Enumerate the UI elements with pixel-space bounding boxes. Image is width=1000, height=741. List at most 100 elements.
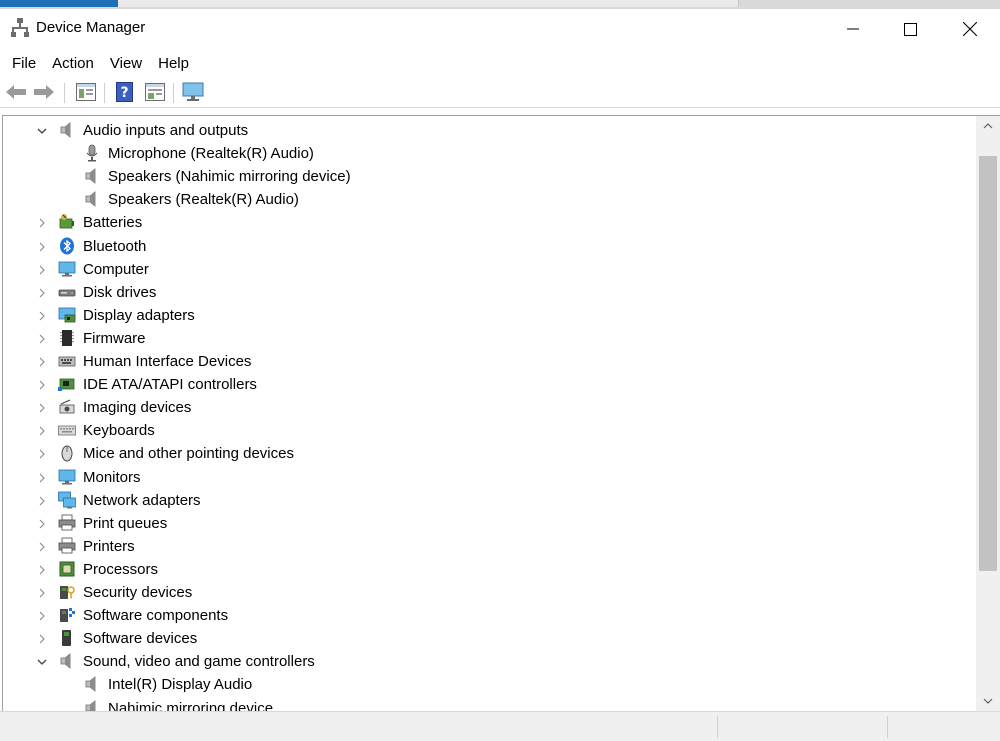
chevron-right-icon[interactable] bbox=[36, 240, 48, 252]
chevron-right-icon[interactable] bbox=[36, 540, 48, 552]
chevron-up-icon bbox=[983, 123, 993, 129]
tree-category[interactable]: Software devices bbox=[3, 627, 977, 650]
chevron-right-icon[interactable] bbox=[36, 355, 48, 367]
tree-category[interactable]: Human Interface Devices bbox=[3, 350, 977, 373]
menu-file[interactable]: File bbox=[0, 50, 44, 76]
tree-category[interactable]: Software components bbox=[3, 604, 977, 627]
chevron-right-icon[interactable] bbox=[36, 401, 48, 413]
chevron-right-icon[interactable] bbox=[36, 332, 48, 344]
printer-icon bbox=[58, 537, 76, 555]
tree-device[interactable]: Speakers (Nahimic mirroring device) bbox=[3, 165, 977, 188]
taskbar-strip bbox=[0, 0, 1000, 9]
tree-category[interactable]: Batteries bbox=[3, 211, 977, 234]
tree-item-label: Firmware bbox=[83, 329, 146, 347]
chevron-right-icon[interactable] bbox=[36, 609, 48, 621]
tree-device[interactable]: Intel(R) Display Audio bbox=[3, 673, 977, 696]
tree-item-label: Security devices bbox=[83, 584, 193, 601]
tree-item-label: Batteries bbox=[83, 214, 143, 232]
display-adapter-icon bbox=[58, 306, 76, 324]
tree-category[interactable]: Keyboards bbox=[3, 419, 977, 442]
back-arrow-icon bbox=[6, 85, 26, 99]
keyboard-icon bbox=[58, 421, 76, 439]
mouse-icon bbox=[58, 444, 76, 462]
scroll-up-button[interactable] bbox=[976, 116, 1000, 136]
chevron-right-icon[interactable] bbox=[36, 632, 48, 644]
chevron-right-icon[interactable] bbox=[36, 586, 48, 598]
processor-icon bbox=[58, 560, 76, 578]
scrollbar-thumb[interactable] bbox=[979, 156, 997, 571]
forward-arrow-icon bbox=[34, 85, 54, 99]
back-button[interactable] bbox=[4, 80, 28, 104]
tree-category[interactable]: Security devices bbox=[3, 581, 977, 604]
vertical-scrollbar[interactable] bbox=[976, 115, 1000, 711]
tree-category[interactable]: Disk drives bbox=[3, 281, 977, 304]
tree-item-label: Imaging devices bbox=[83, 399, 192, 417]
tree-category[interactable]: Printers bbox=[3, 535, 977, 558]
tree-category[interactable]: Display adapters bbox=[3, 304, 977, 327]
chevron-right-icon[interactable] bbox=[36, 447, 48, 459]
tree-item-label: Human Interface Devices bbox=[83, 353, 252, 370]
chevron-down-icon[interactable] bbox=[36, 124, 48, 136]
minimize-button[interactable] bbox=[830, 9, 876, 49]
tree-item-label: Bluetooth bbox=[83, 237, 147, 255]
chevron-right-icon[interactable] bbox=[36, 263, 48, 275]
menu-help[interactable]: Help bbox=[150, 50, 197, 76]
menu-action[interactable]: Action bbox=[44, 50, 102, 76]
camera-icon bbox=[58, 398, 76, 416]
tree-category[interactable]: Audio inputs and outputs bbox=[3, 119, 977, 142]
chevron-right-icon[interactable] bbox=[36, 424, 48, 436]
tree-category[interactable]: Computer bbox=[3, 258, 977, 281]
menu-view[interactable]: View bbox=[102, 50, 150, 76]
disk-drive-icon bbox=[58, 283, 76, 301]
update-driver-button[interactable] bbox=[143, 80, 167, 104]
chevron-right-icon[interactable] bbox=[36, 517, 48, 529]
tree-category[interactable]: Sound, video and game controllers bbox=[3, 650, 977, 673]
tree-item-label: Software components bbox=[83, 607, 229, 625]
tree-device[interactable]: Microphone (Realtek(R) Audio) bbox=[3, 142, 977, 165]
maximize-button[interactable] bbox=[887, 9, 933, 49]
tree-item-label: Network adapters bbox=[83, 491, 201, 509]
toolbar-separator bbox=[64, 83, 65, 103]
menu-bar: File Action View Help bbox=[0, 50, 1000, 76]
chevron-right-icon[interactable] bbox=[36, 216, 48, 228]
help-icon: ? bbox=[116, 82, 133, 102]
tree-category[interactable]: IDE ATA/ATAPI controllers bbox=[3, 373, 977, 396]
tree-item-label: Mice and other pointing devices bbox=[83, 445, 294, 463]
help-button[interactable]: ? bbox=[113, 80, 137, 104]
tree-category[interactable]: Monitors bbox=[3, 466, 977, 489]
chevron-right-icon[interactable] bbox=[36, 471, 48, 483]
scan-hardware-button[interactable] bbox=[182, 80, 206, 104]
chevron-right-icon[interactable] bbox=[36, 563, 48, 575]
close-button[interactable] bbox=[947, 9, 993, 49]
chevron-down-icon bbox=[983, 698, 993, 704]
monitor-icon bbox=[58, 468, 76, 486]
forward-button[interactable] bbox=[32, 80, 56, 104]
chevron-right-icon[interactable] bbox=[36, 494, 48, 506]
firmware-icon bbox=[58, 329, 76, 347]
tree-category[interactable]: Processors bbox=[3, 558, 977, 581]
tree-device[interactable]: Nahimic mirroring device bbox=[3, 697, 977, 711]
security-device-icon bbox=[58, 583, 76, 601]
chevron-right-icon[interactable] bbox=[36, 309, 48, 321]
battery-icon bbox=[58, 213, 76, 231]
tree-device[interactable]: Speakers (Realtek(R) Audio) bbox=[3, 188, 977, 211]
device-tree[interactable]: Audio inputs and outputs Microphone (Real… bbox=[2, 115, 977, 711]
chevron-down-icon[interactable] bbox=[36, 655, 48, 667]
printer-icon bbox=[58, 514, 76, 532]
scroll-down-button[interactable] bbox=[976, 691, 1000, 711]
chevron-right-icon[interactable] bbox=[36, 378, 48, 390]
tree-category[interactable]: Mice and other pointing devices bbox=[3, 442, 977, 465]
minimize-icon bbox=[847, 28, 859, 30]
status-divider bbox=[717, 716, 718, 738]
speaker-icon bbox=[83, 167, 101, 185]
tree-category[interactable]: Network adapters bbox=[3, 489, 977, 512]
properties-button[interactable] bbox=[74, 80, 98, 104]
tree-category[interactable]: Firmware bbox=[3, 327, 977, 350]
chevron-right-icon[interactable] bbox=[36, 286, 48, 298]
tree-category[interactable]: Bluetooth bbox=[3, 235, 977, 258]
tree-category[interactable]: Print queues bbox=[3, 512, 977, 535]
tree-item-label: IDE ATA/ATAPI controllers bbox=[83, 376, 257, 394]
tree-item-label: Keyboards bbox=[83, 422, 155, 440]
update-driver-icon bbox=[145, 83, 165, 101]
tree-category[interactable]: Imaging devices bbox=[3, 396, 977, 419]
